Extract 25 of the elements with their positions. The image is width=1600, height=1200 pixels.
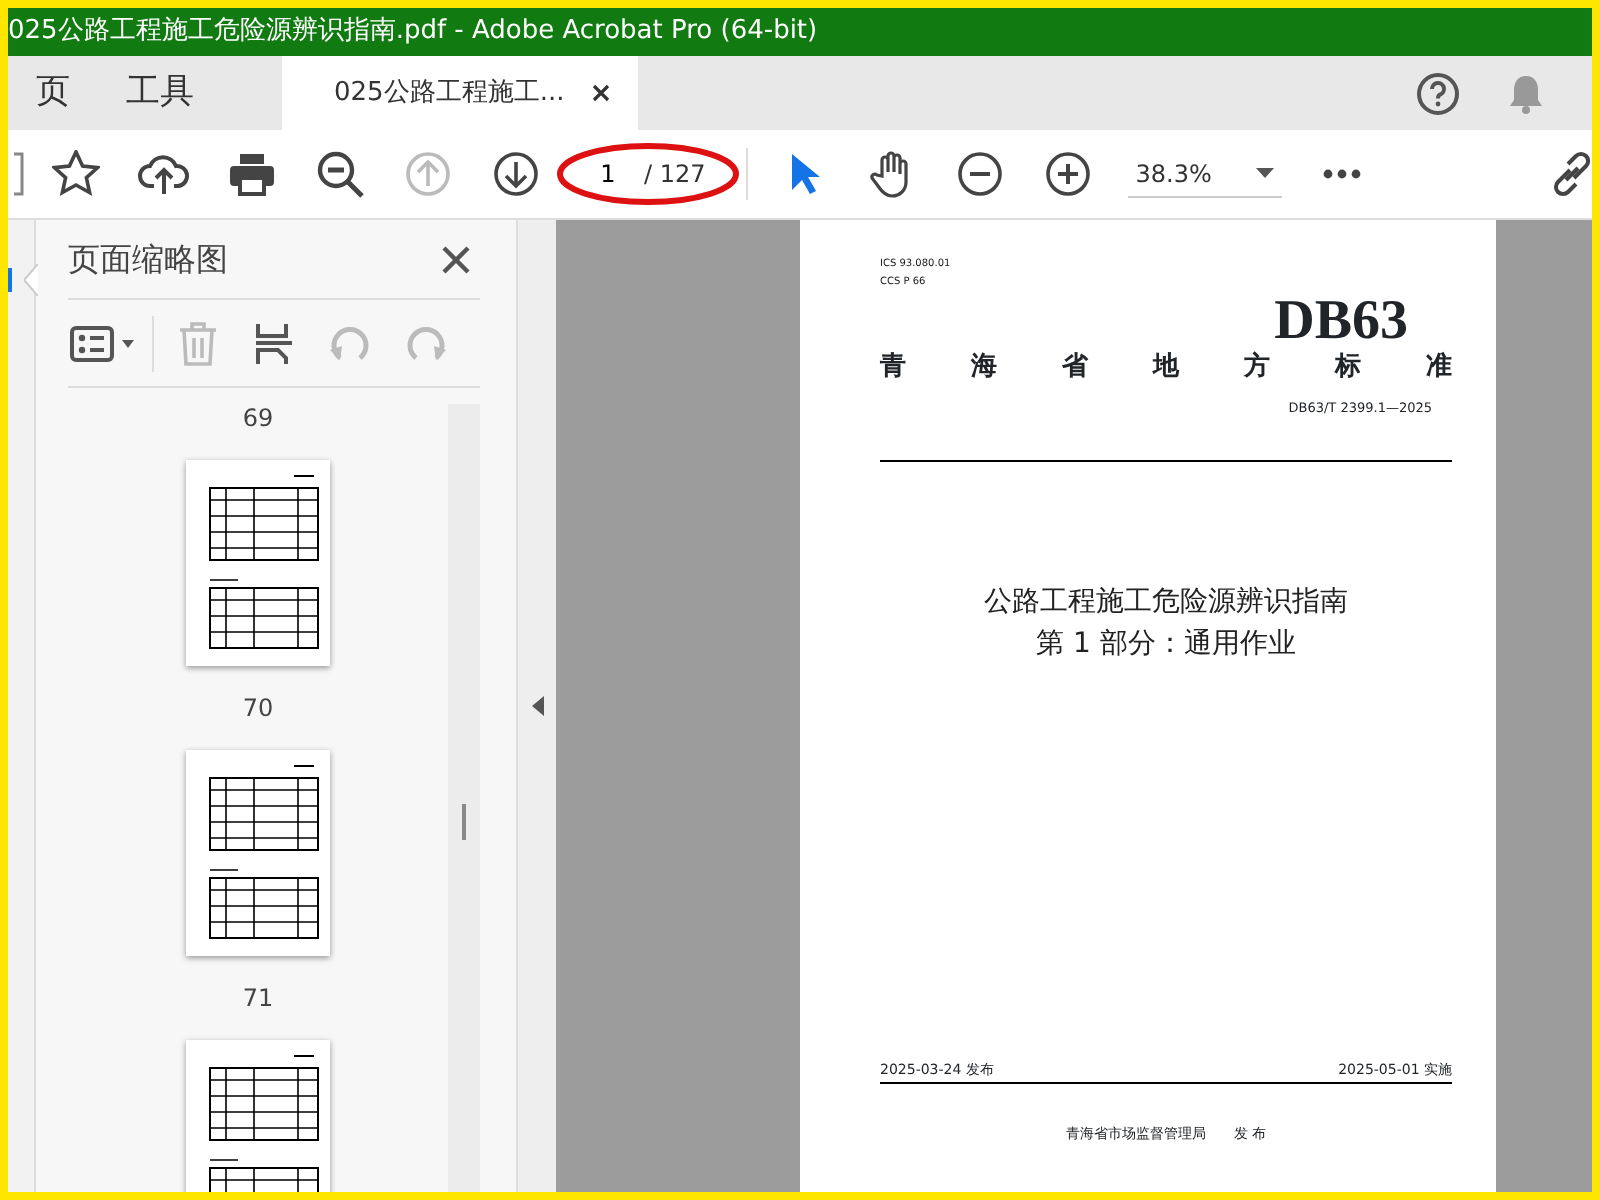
tab[interactable]: 页 — [8, 56, 98, 130]
page-thumbnail[interactable] — [186, 1040, 330, 1192]
page-thumbnail[interactable] — [186, 460, 330, 666]
page-number: 71 — [242, 982, 274, 1016]
close-icon[interactable] — [592, 84, 611, 102]
page-total: / 127 — [644, 158, 706, 192]
window-title: 025公路工程施工危险源辨识指南.pdf - Adobe Acrobat Pro (64-bit) — [8, 8, 1592, 56]
standard-code: DB63 — [1272, 292, 1410, 352]
tab[interactable]: 025公路工程施工... — [282, 56, 638, 130]
standard-type: 青 海 省 地 方 标 准 — [880, 352, 1452, 384]
panel-title: 页面缩略图 — [68, 237, 228, 281]
collapse-arrow-icon[interactable] — [531, 696, 543, 716]
document-title: 第 1 部分：通用作业 — [1034, 625, 1298, 664]
page-number-field[interactable]: 1 — [588, 156, 628, 192]
page-number: 69 — [242, 402, 274, 436]
active-marker — [8, 268, 12, 292]
tab[interactable]: 工具 — [98, 56, 222, 130]
caret-icon — [1255, 168, 1274, 178]
document-title: 公路工程施工危险源辨识指南 — [982, 583, 1350, 622]
help-icon[interactable] — [1416, 71, 1460, 115]
zoom-dropdown[interactable]: 38.3% — [1127, 151, 1282, 197]
close-icon[interactable] — [442, 245, 470, 273]
page-thumbnail[interactable] — [186, 750, 330, 956]
scrollbar[interactable] — [448, 404, 480, 1192]
page-number: 70 — [242, 692, 274, 726]
